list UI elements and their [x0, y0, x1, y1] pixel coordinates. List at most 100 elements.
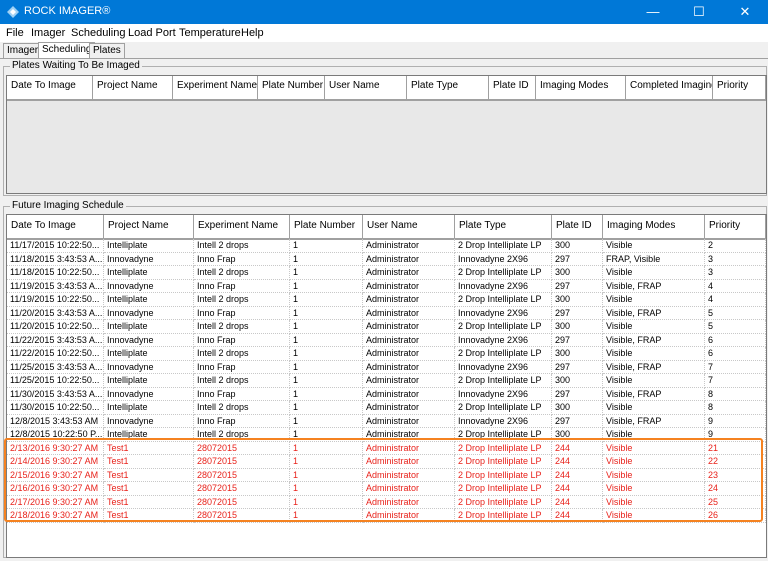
cell-plate-number: 1 — [290, 428, 363, 442]
table-row[interactable]: 12/8/2015 3:43:53 AM Innovadyne Inno Frap 1… — [7, 414, 766, 428]
cell-experiment-name: Inno Frap — [194, 333, 290, 347]
cell-user-name: Administrator — [363, 401, 455, 415]
menu-load-port[interactable]: Load Port — [128, 27, 176, 39]
cell-plate-type: 2 Drop Intelliplate LP — [455, 482, 552, 496]
table-row[interactable]: 12/8/2015 10:22:50 P... Intelliplate Intel… — [7, 428, 766, 442]
cell-project-name: Intelliplate — [104, 320, 194, 334]
menu-bar: File Imager Scheduling Load Port Tempera… — [0, 24, 768, 42]
cell-project-name: Intelliplate — [104, 266, 194, 280]
cell-plate-type: 2 Drop Intelliplate LP — [455, 428, 552, 442]
tab-scheduling[interactable]: Scheduling — [38, 42, 96, 59]
table-row[interactable]: 11/30/2015 10:22:50... Intelliplate Intell… — [7, 401, 766, 415]
cell-experiment-name: Inno Frap — [194, 360, 290, 374]
cell-priority: 22 — [705, 455, 766, 469]
cell-plate-number: 1 — [290, 441, 363, 455]
plates-waiting-grid[interactable]: Date To Image Project Name Experiment Na… — [6, 75, 767, 194]
menu-temperature[interactable]: Temperature — [179, 27, 241, 39]
table-row[interactable]: 11/20/2015 3:43:53 A... Innovadyne Inno Fr… — [7, 306, 766, 320]
cell-plate-number: 1 — [290, 239, 363, 253]
col-header-experiment-name[interactable]: Experiment Name — [194, 215, 290, 239]
col-header-plate-id[interactable]: Plate ID — [552, 215, 603, 239]
cell-plate-id: 300 — [552, 401, 603, 415]
cell-project-name: Test1 — [104, 455, 194, 469]
col-header-project-name[interactable]: Project Name — [93, 76, 173, 100]
cell-priority: 23 — [705, 468, 766, 482]
table-row[interactable]: 2/15/2016 9:30:27 AM Test1 28072015 1 Admini… — [7, 468, 766, 482]
cell-project-name: Intelliplate — [104, 239, 194, 253]
col-header-user-name[interactable]: User Name — [363, 215, 455, 239]
cell-priority: 4 — [705, 293, 766, 307]
maximize-button[interactable]: ☐ — [676, 0, 722, 24]
col-header-plate-number[interactable]: Plate Number — [258, 76, 325, 100]
cell-user-name: Administrator — [363, 266, 455, 280]
table-row[interactable]: 11/22/2015 10:22:50... Intelliplate Intell… — [7, 347, 766, 361]
col-header-plate-type[interactable]: Plate Type — [407, 76, 489, 100]
cell-imaging-modes: Visible — [603, 441, 705, 455]
cell-plate-number: 1 — [290, 387, 363, 401]
col-header-imaging-modes[interactable]: Imaging Modes — [536, 76, 626, 100]
col-header-date-to-image[interactable]: Date To Image — [7, 76, 93, 100]
col-header-plate-number[interactable]: Plate Number — [290, 215, 363, 239]
table-row[interactable]: 11/19/2015 10:22:50... Intelliplate Intell… — [7, 293, 766, 307]
cell-user-name: Administrator — [363, 252, 455, 266]
col-header-priority[interactable]: Priority — [713, 76, 766, 100]
table-row[interactable]: 11/17/2015 10:22:50... Intelliplate Intell… — [7, 239, 766, 253]
cell-experiment-name: Intell 2 drops — [194, 428, 290, 442]
cell-experiment-name: 28072015 — [194, 468, 290, 482]
table-row[interactable]: 2/14/2016 9:30:27 AM Test1 28072015 1 Admini… — [7, 455, 766, 469]
cell-project-name: Innovadyne — [104, 333, 194, 347]
cell-project-name: Innovadyne — [104, 279, 194, 293]
col-header-plate-type[interactable]: Plate Type — [455, 215, 552, 239]
future-schedule-grid[interactable]: Date To Image Project Name Experiment Na… — [6, 214, 767, 558]
table-row[interactable]: 11/19/2015 3:43:53 A... Innovadyne Inno Fr… — [7, 279, 766, 293]
title-bar: ROCK IMAGER® — ☐ ✕ — [0, 0, 768, 24]
table-row[interactable]: 11/25/2015 3:43:53 A... Innovadyne Inno Fr… — [7, 360, 766, 374]
menu-imager[interactable]: Imager — [31, 27, 65, 39]
rock-imager-app-icon — [7, 6, 19, 18]
col-header-plate-id[interactable]: Plate ID — [489, 76, 536, 100]
table-row[interactable]: 2/16/2016 9:30:27 AM Test1 28072015 1 Admini… — [7, 482, 766, 496]
cell-project-name: Intelliplate — [104, 347, 194, 361]
cell-plate-type: Innovadyne 2X96 — [455, 279, 552, 293]
cell-user-name: Administrator — [363, 468, 455, 482]
col-header-completed-imaging[interactable]: Completed Imaging — [626, 76, 713, 100]
cell-date-to-image: 2/16/2016 9:30:27 AM — [7, 482, 104, 496]
table-row[interactable]: 11/30/2015 3:43:53 A... Innovadyne Inno Fr… — [7, 387, 766, 401]
cell-imaging-modes: Visible, FRAP — [603, 279, 705, 293]
tab-plates[interactable]: Plates — [89, 43, 125, 58]
cell-date-to-image: 11/20/2015 3:43:53 A... — [7, 306, 104, 320]
close-button[interactable]: ✕ — [722, 0, 768, 24]
plates-waiting-header: Date To Image Project Name Experiment Na… — [7, 76, 766, 101]
minimize-button[interactable]: — — [630, 0, 676, 24]
tab-imager[interactable]: Imager — [3, 43, 43, 58]
cell-plate-type: Innovadyne 2X96 — [455, 414, 552, 428]
table-row[interactable]: 11/20/2015 10:22:50... Intelliplate Intell… — [7, 320, 766, 334]
table-row[interactable]: 11/25/2015 10:22:50... Intelliplate Intell… — [7, 374, 766, 388]
cell-date-to-image: 12/8/2015 3:43:53 AM — [7, 414, 104, 428]
table-row[interactable]: 2/18/2016 9:30:27 AM Test1 28072015 1 Admini… — [7, 509, 766, 523]
col-header-priority[interactable]: Priority — [705, 215, 766, 239]
cell-imaging-modes: Visible — [603, 482, 705, 496]
col-header-imaging-modes[interactable]: Imaging Modes — [603, 215, 705, 239]
cell-plate-id: 300 — [552, 239, 603, 253]
menu-help[interactable]: Help — [241, 27, 264, 39]
table-row[interactable]: 2/13/2016 9:30:27 AM Test1 28072015 1 Admini… — [7, 441, 766, 455]
cell-date-to-image: 11/19/2015 10:22:50... — [7, 293, 104, 307]
cell-plate-type: 2 Drop Intelliplate LP — [455, 495, 552, 509]
table-row[interactable]: 11/18/2015 10:22:50... Intelliplate Intell… — [7, 266, 766, 280]
cell-plate-number: 1 — [290, 482, 363, 496]
menu-scheduling[interactable]: Scheduling — [71, 27, 125, 39]
col-header-date-to-image[interactable]: Date To Image — [7, 215, 104, 239]
cell-project-name: Intelliplate — [104, 401, 194, 415]
cell-date-to-image: 11/17/2015 10:22:50... — [7, 239, 104, 253]
table-row[interactable]: 11/18/2015 3:43:53 A... Innovadyne Inno Fr… — [7, 252, 766, 266]
col-header-user-name[interactable]: User Name — [325, 76, 407, 100]
cell-experiment-name: Intell 2 drops — [194, 320, 290, 334]
col-header-experiment-name[interactable]: Experiment Name — [173, 76, 258, 100]
table-row[interactable]: 11/22/2015 3:43:53 A... Innovadyne Inno Fr… — [7, 333, 766, 347]
cell-plate-type: Innovadyne 2X96 — [455, 333, 552, 347]
cell-plate-id: 300 — [552, 347, 603, 361]
col-header-project-name[interactable]: Project Name — [104, 215, 194, 239]
menu-file[interactable]: File — [6, 27, 24, 39]
table-row[interactable]: 2/17/2016 9:30:27 AM Test1 28072015 1 Admini… — [7, 495, 766, 509]
